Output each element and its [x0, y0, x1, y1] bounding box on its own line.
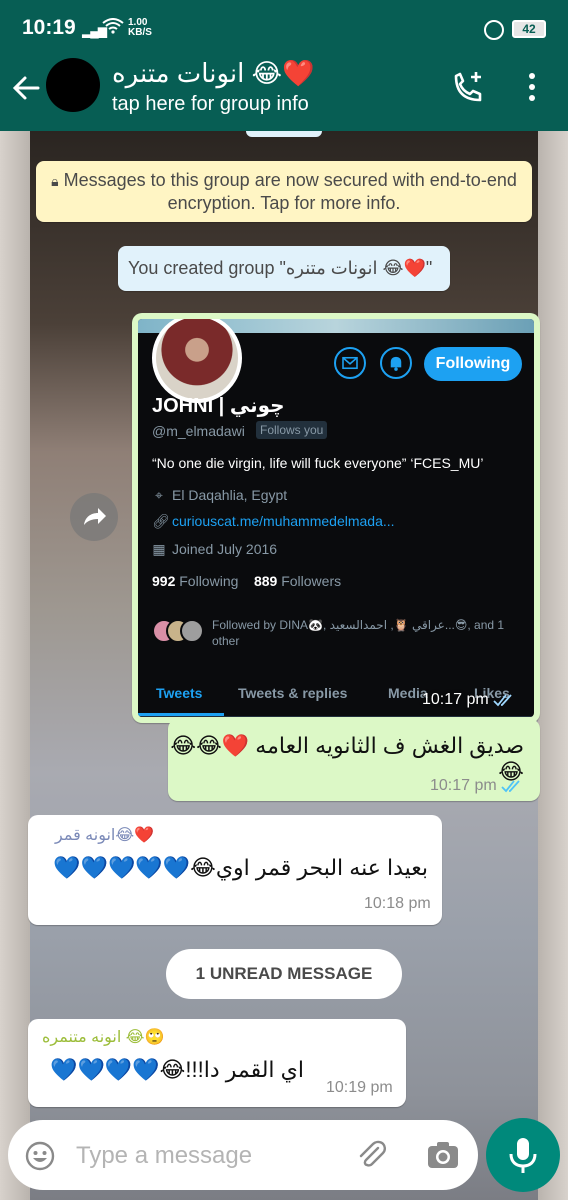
location-pin-icon: ⌖	[155, 487, 163, 503]
group-avatar[interactable]	[46, 58, 100, 112]
notification-bell-icon	[380, 347, 412, 379]
message-time: 10:19 pm	[326, 1079, 393, 1096]
tab-tweets-replies: Tweets & replies	[238, 685, 348, 701]
image-timestamp: 10:17 pm	[422, 691, 515, 709]
profile-location: ⌖ El Daqahlia, Egypt	[152, 487, 287, 504]
more-options-icon[interactable]	[526, 72, 538, 102]
camera-icon[interactable]	[426, 1140, 460, 1170]
emoji-icon[interactable]	[24, 1140, 56, 1172]
chat-header[interactable]: انونات متنره 😂❤️ tap here for group info	[0, 58, 568, 131]
forward-icon[interactable]	[70, 493, 118, 541]
tab-tweets: Tweets	[156, 685, 203, 701]
profile-joined: ▦ Joined July 2016	[152, 541, 278, 557]
wallpaper-edge	[0, 131, 30, 1200]
message-input[interactable]: Type a message	[76, 1142, 252, 1170]
message-text: اي القمر دا!!!😂💙💙💙💙	[50, 1057, 304, 1082]
profile-bio: “No one die virgin, life will fuck every…	[152, 455, 484, 471]
sender-name: انونه متنمره 😂🙄	[42, 1029, 165, 1046]
lock-rotation-icon	[484, 20, 504, 40]
encryption-notice[interactable]: 🔒︎ Messages to this group are now secure…	[36, 161, 532, 222]
group-created-notice: You created group "انونات متنره 😂❤️"	[118, 246, 450, 291]
status-time: 10:19	[22, 16, 76, 39]
wifi-icon	[102, 18, 124, 34]
message-composer[interactable]: Type a message	[8, 1120, 478, 1190]
chat-area[interactable]: 🔒︎ Messages to this group are now secure…	[0, 131, 568, 1200]
group-name[interactable]: انونات متنره 😂❤️	[112, 58, 314, 89]
lock-icon: 🔒︎	[51, 173, 59, 189]
attach-icon[interactable]	[354, 1138, 388, 1172]
link-icon: 🔗︎	[152, 513, 170, 529]
shared-screenshot[interactable]: Following JOHNI | چوني @m_elmadawi Follo…	[138, 319, 534, 717]
wallpaper-edge	[538, 131, 568, 1200]
status-bar: 10:19 ▂▄▆ 1.00 KB/S 42	[0, 0, 568, 58]
profile-picture	[152, 319, 242, 403]
network-speed: 1.00 KB/S	[128, 17, 152, 38]
date-chip	[246, 131, 322, 137]
follows-you-badge: Follows you	[256, 421, 328, 439]
calendar-icon: ▦	[152, 541, 166, 557]
followed-by-avatars	[152, 619, 208, 643]
read-ticks-icon	[493, 694, 512, 707]
unread-messages-divider: 1 UNREAD MESSAGE	[166, 949, 402, 999]
profile-handle: @m_elmadawi	[152, 423, 245, 439]
profile-name: JOHNI | چوني	[152, 395, 285, 417]
outgoing-message[interactable]: صديق الغش ف الثانويه العامه ❤️😂😂😂 10:17 …	[168, 719, 540, 801]
active-tab-underline	[138, 713, 224, 716]
sender-name: انونه قمر😂❤️	[55, 827, 154, 844]
avatar	[180, 619, 204, 643]
incoming-message[interactable]: انونه قمر😂❤️ بعيدا عنه البحر قمر اوي😂💙💙💙…	[28, 815, 442, 925]
followed-by-text: Followed by DINA🐼, عراقي 🦉, احمدالسعيد..…	[212, 618, 505, 648]
mail-icon	[334, 347, 366, 379]
voice-record-button[interactable]	[486, 1118, 560, 1192]
message-time: 10:17 pm	[430, 777, 523, 795]
incoming-message[interactable]: انونه متنمره 😂🙄 اي القمر دا!!!😂💙💙💙💙 10:1…	[28, 1019, 406, 1107]
message-text: بعيدا عنه البحر قمر اوي😂💙💙💙💙💙	[53, 855, 428, 880]
read-ticks-icon	[501, 780, 520, 793]
back-arrow-icon[interactable]	[8, 70, 44, 106]
group-info-hint[interactable]: tap here for group info	[112, 93, 309, 116]
profile-link: 🔗︎ curiouscat.me/muhammedelmada...	[152, 513, 395, 529]
battery-indicator: 42	[512, 20, 546, 38]
microphone-icon	[509, 1138, 537, 1173]
follow-counts: 992 Following 889 Followers	[152, 573, 342, 589]
add-call-icon[interactable]	[450, 70, 486, 106]
following-button: Following	[424, 347, 522, 381]
message-time: 10:18 pm	[364, 895, 431, 912]
